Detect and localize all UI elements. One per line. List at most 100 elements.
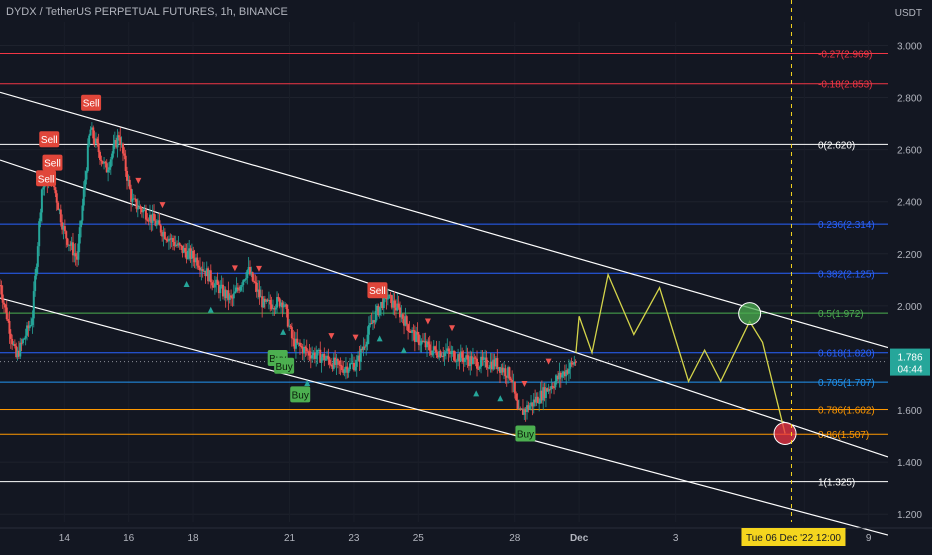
marker-label: Buy [276, 362, 293, 373]
fib-level-label: 0(2.620) [818, 140, 855, 151]
candle-body [119, 137, 122, 145]
marker-label: Buy [292, 390, 309, 401]
candle-body [574, 361, 577, 363]
candle-body [553, 387, 556, 389]
candle-body [163, 231, 166, 240]
candle-body [286, 308, 289, 327]
candle-body [407, 324, 410, 331]
candle-body [434, 346, 437, 350]
candle-body [548, 389, 551, 391]
candle-body [431, 350, 434, 355]
candle-body [112, 144, 115, 154]
candle-body [300, 345, 303, 347]
candle-body [59, 209, 62, 223]
candle-body [178, 243, 181, 246]
price-axis-label: 2.400 [897, 198, 922, 209]
candle-body [42, 187, 45, 190]
candle-body [97, 143, 100, 153]
candle-body [486, 367, 489, 369]
candle-body [186, 250, 189, 259]
candle-body [354, 366, 357, 371]
candle-body [305, 347, 308, 352]
candle-body [516, 400, 519, 409]
candle-body [232, 293, 235, 299]
candle-body [298, 342, 301, 346]
candle-body [366, 334, 369, 345]
price-axis-label: 2.000 [897, 302, 922, 313]
candle-body [65, 231, 68, 239]
candle-body [355, 360, 358, 367]
candle-body [348, 363, 351, 370]
candle-body [386, 298, 389, 300]
time-axis-label: 16 [123, 533, 135, 544]
candle-body [123, 153, 126, 156]
candle-body [254, 281, 257, 283]
candle-body [135, 199, 138, 209]
chart-title: DYDX / TetherUS PERPETUAL FUTURES, 1h, B… [6, 6, 288, 18]
marker-label: Sell [41, 135, 58, 146]
current-price-badge: 1.78604:44 [890, 348, 930, 376]
candle-body [108, 167, 111, 170]
candle-body [77, 243, 80, 260]
fib-level-label: 0.382(2.125) [818, 269, 875, 280]
candle-body [435, 349, 438, 356]
marker-label: Sell [44, 159, 61, 170]
trading-chart[interactable]: -0.27(2.969) -0.18(2.853) 0(2.620) 0.236(2.… [0, 0, 932, 550]
candle-body [277, 297, 280, 299]
sell-marker: Sell [367, 282, 388, 299]
candle-body [397, 303, 400, 308]
candle-body [363, 346, 366, 348]
candle-body [230, 295, 233, 298]
candle-body [455, 360, 458, 362]
candle-body [338, 360, 341, 365]
candle-body [82, 189, 85, 206]
candle-body [443, 352, 446, 357]
chart-canvas[interactable]: -0.27(2.969) -0.18(2.853) 0(2.620) 0.236(2.… [0, 0, 932, 550]
candle-body [128, 179, 131, 189]
marker-label: Buy [517, 429, 534, 440]
candle-body [3, 302, 6, 305]
candle-body [124, 155, 127, 171]
time-axis-label: 23 [348, 533, 360, 544]
candle-body [444, 351, 447, 353]
candle-body [66, 238, 69, 245]
candle-body [57, 202, 60, 210]
candle-body [40, 189, 43, 213]
candle-body [4, 304, 7, 308]
time-axis-label: 25 [413, 533, 425, 544]
fib-level-label: 0.786(1.602) [818, 406, 875, 417]
candle-body [536, 396, 539, 404]
candle-body [285, 304, 288, 309]
candle-body [269, 299, 272, 305]
candle-body [39, 212, 42, 222]
candle-body [234, 291, 237, 294]
candle-body [139, 206, 142, 210]
candle-body [405, 316, 408, 325]
candle-body [347, 369, 350, 373]
candle-body [34, 275, 37, 292]
candle-body [211, 282, 214, 286]
candle-body [417, 334, 420, 345]
candle-body [240, 285, 243, 287]
candle-body [292, 338, 295, 340]
candle-body [239, 286, 242, 291]
price-axis-label: 1.400 [897, 458, 922, 469]
candle-body [246, 270, 249, 279]
candle-body [126, 170, 129, 181]
candle-body [209, 270, 212, 283]
candle-body [32, 291, 35, 319]
candle-body [311, 355, 314, 359]
candle-body [86, 145, 89, 172]
candle-body [31, 318, 34, 325]
price-badge-value: 1.786 [897, 353, 922, 364]
target-circle [738, 302, 762, 326]
buy-marker: Buy [515, 425, 536, 442]
candle-body [0, 285, 3, 295]
sell-marker: Sell [42, 154, 63, 171]
candle-body [515, 393, 518, 401]
candle-body [538, 402, 541, 404]
candle-body [219, 286, 222, 294]
crosshair-date-label: Tue 06 Dec '22 12:00 [741, 528, 846, 546]
candle-body [365, 344, 368, 347]
fib-level-label: 1(1.325) [818, 478, 855, 489]
